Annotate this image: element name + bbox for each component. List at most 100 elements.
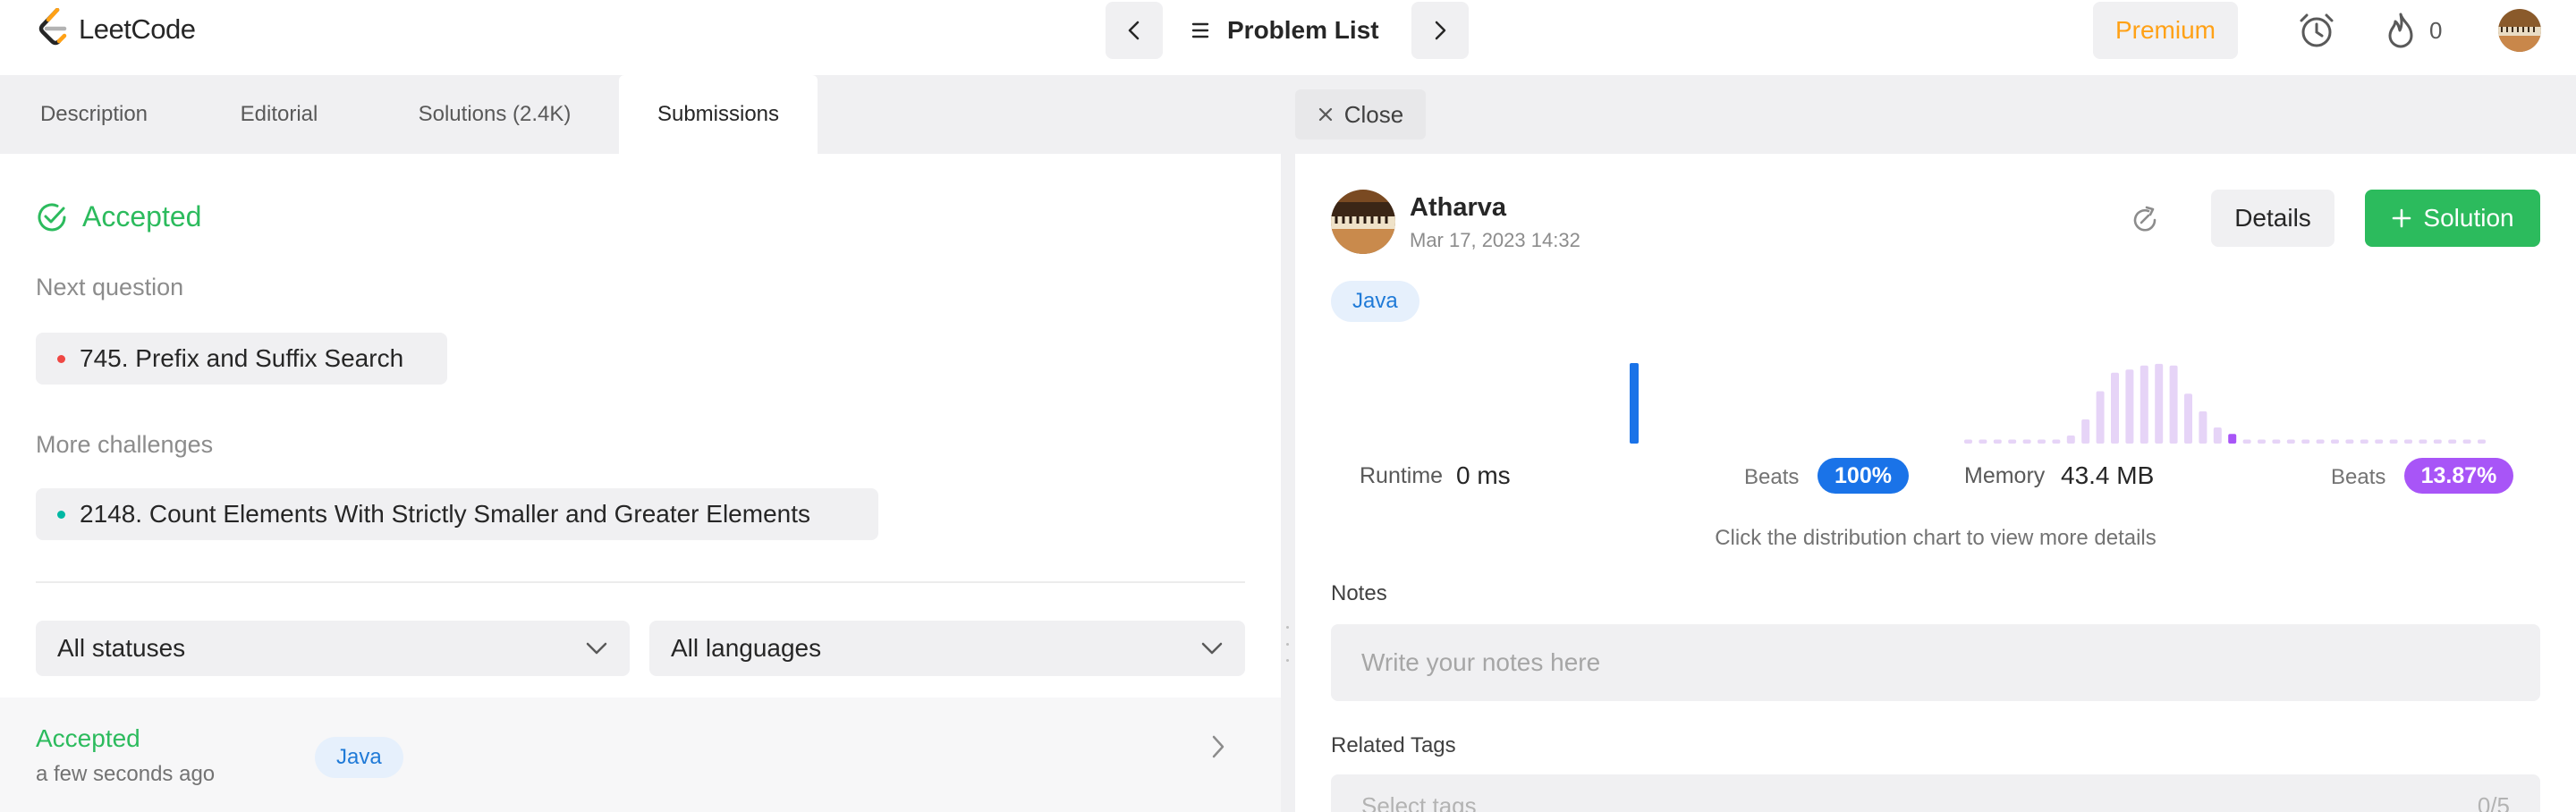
close-icon — [1318, 107, 1332, 122]
memory-bar — [2375, 439, 2384, 444]
memory-bar — [2228, 434, 2237, 444]
memory-bar — [2462, 439, 2471, 444]
resize-grip-icon — [1286, 626, 1290, 662]
submission-status: Accepted — [36, 724, 140, 752]
memory-bar — [2066, 436, 2075, 444]
difficulty-easy-dot — [57, 510, 65, 519]
tab-solutions[interactable]: Solutions (2.4K) — [370, 75, 619, 154]
user-avatar[interactable] — [2498, 9, 2541, 52]
close-label: Close — [1343, 100, 1404, 128]
memory-bar — [2213, 427, 2222, 444]
language-filter-select[interactable]: All languages — [649, 621, 1245, 676]
result-heading: Accepted — [36, 200, 201, 233]
leetcode-logo[interactable]: LeetCode — [38, 7, 196, 52]
memory-bar — [2169, 365, 2178, 444]
related-tags-label: Related Tags — [1331, 733, 1456, 757]
memory-bar — [1993, 439, 2002, 444]
distribution-chart[interactable] — [1295, 154, 2576, 449]
streak-button[interactable]: 0 — [2383, 2, 2442, 59]
divider — [36, 581, 1245, 583]
top-navbar: LeetCode Problem List Premium 0 — [0, 0, 2576, 75]
memory-bar — [2345, 439, 2354, 444]
runtime-label: Runtime — [1360, 463, 1444, 488]
problem-list-button[interactable]: Problem List — [1191, 2, 1379, 59]
tab-submissions[interactable]: Submissions — [619, 75, 818, 154]
memory-bar — [2242, 439, 2251, 444]
logo-text: LeetCode — [79, 13, 196, 45]
memory-bar — [2008, 439, 2017, 444]
memory-bar — [2111, 372, 2119, 444]
memory-bar — [2140, 365, 2148, 444]
memory-bar — [2448, 439, 2457, 444]
result-status: Accepted — [82, 200, 202, 233]
next-problem-button[interactable] — [1411, 2, 1469, 59]
memory-bar — [1964, 439, 1972, 444]
runtime-beats-badge: 100% — [1818, 458, 1909, 494]
tags-count: 0/5 — [2477, 792, 2510, 812]
memory-value: 43.4 MB — [2061, 461, 2155, 489]
alarm-clock-icon — [2300, 13, 2334, 47]
memory-bar — [2022, 439, 2031, 444]
chevron-left-icon — [1128, 21, 1140, 40]
next-question-chip[interactable]: 745. Prefix and Suffix Search — [36, 333, 447, 385]
leetcode-logo-icon — [38, 7, 72, 52]
memory-bar — [2096, 391, 2105, 444]
more-challenge-chip[interactable]: 2148. Count Elements With Strictly Small… — [36, 488, 878, 540]
memory-bar — [2331, 439, 2339, 444]
chevron-down-icon — [1201, 642, 1223, 655]
next-question-title: 745. Prefix and Suffix Search — [80, 344, 404, 372]
tags-select[interactable]: Select tags 0/5 — [1331, 774, 2540, 812]
memory-bar — [2052, 439, 2061, 444]
memory-bar — [2419, 439, 2428, 444]
memory-bar — [1979, 439, 1987, 444]
submission-language-badge: Java — [315, 737, 403, 778]
tab-editorial[interactable]: Editorial — [188, 75, 370, 154]
submission-result-panel: Accepted Next question 745. Prefix and S… — [0, 154, 1281, 812]
tab-description[interactable]: Description — [0, 75, 188, 154]
memory-bar — [2360, 439, 2368, 444]
prev-problem-button[interactable] — [1106, 2, 1163, 59]
memory-bar — [2155, 363, 2164, 444]
memory-bar — [2272, 439, 2281, 444]
memory-beats-label: Beats — [2331, 465, 2386, 489]
memory-bar — [2389, 439, 2398, 444]
list-icon — [1191, 22, 1209, 38]
chevron-down-icon — [586, 642, 607, 655]
chevron-right-icon — [1212, 735, 1224, 758]
avatar-image — [2498, 9, 2541, 52]
language-filter-value: All languages — [671, 634, 822, 662]
close-button[interactable]: Close — [1295, 89, 1426, 140]
distribution-hint: Click the distribution chart to view mor… — [1715, 526, 2157, 550]
premium-button[interactable]: Premium — [2093, 2, 2238, 59]
timer-button[interactable] — [2297, 2, 2336, 59]
streak-count: 0 — [2429, 16, 2443, 44]
status-filter-select[interactable]: All statuses — [36, 621, 630, 676]
memory-label: Memory — [1964, 463, 2046, 488]
memory-bar — [2038, 439, 2046, 444]
more-challenges-label: More challenges — [36, 431, 214, 458]
next-question-label: Next question — [36, 274, 184, 300]
memory-bar — [2286, 439, 2295, 444]
memory-bar — [2081, 419, 2090, 444]
memory-bar — [2199, 411, 2207, 444]
panel-resize-handle[interactable] — [1281, 75, 1295, 812]
notes-input[interactable] — [1331, 624, 2540, 701]
submission-time: a few seconds ago — [36, 762, 216, 786]
flame-icon — [2388, 13, 2413, 48]
memory-beats-badge: 13.87% — [2404, 458, 2513, 494]
submission-row[interactable]: Accepted a few seconds ago Java — [0, 698, 1281, 812]
chevron-right-icon — [1435, 21, 1446, 40]
memory-bar — [2184, 393, 2192, 444]
more-challenge-title: 2148. Count Elements With Strictly Small… — [80, 500, 811, 528]
check-circle-icon — [38, 202, 66, 231]
status-filter-value: All statuses — [57, 634, 186, 662]
tags-placeholder: Select tags — [1361, 792, 1477, 812]
runtime-value: 0 ms — [1456, 461, 1511, 489]
memory-bar — [2301, 439, 2310, 444]
memory-bar — [2478, 439, 2486, 444]
memory-bar — [2258, 439, 2266, 444]
difficulty-hard-dot — [57, 354, 65, 363]
memory-bar — [2433, 439, 2442, 444]
runtime-bar — [1630, 363, 1639, 444]
memory-bar — [2316, 439, 2325, 444]
